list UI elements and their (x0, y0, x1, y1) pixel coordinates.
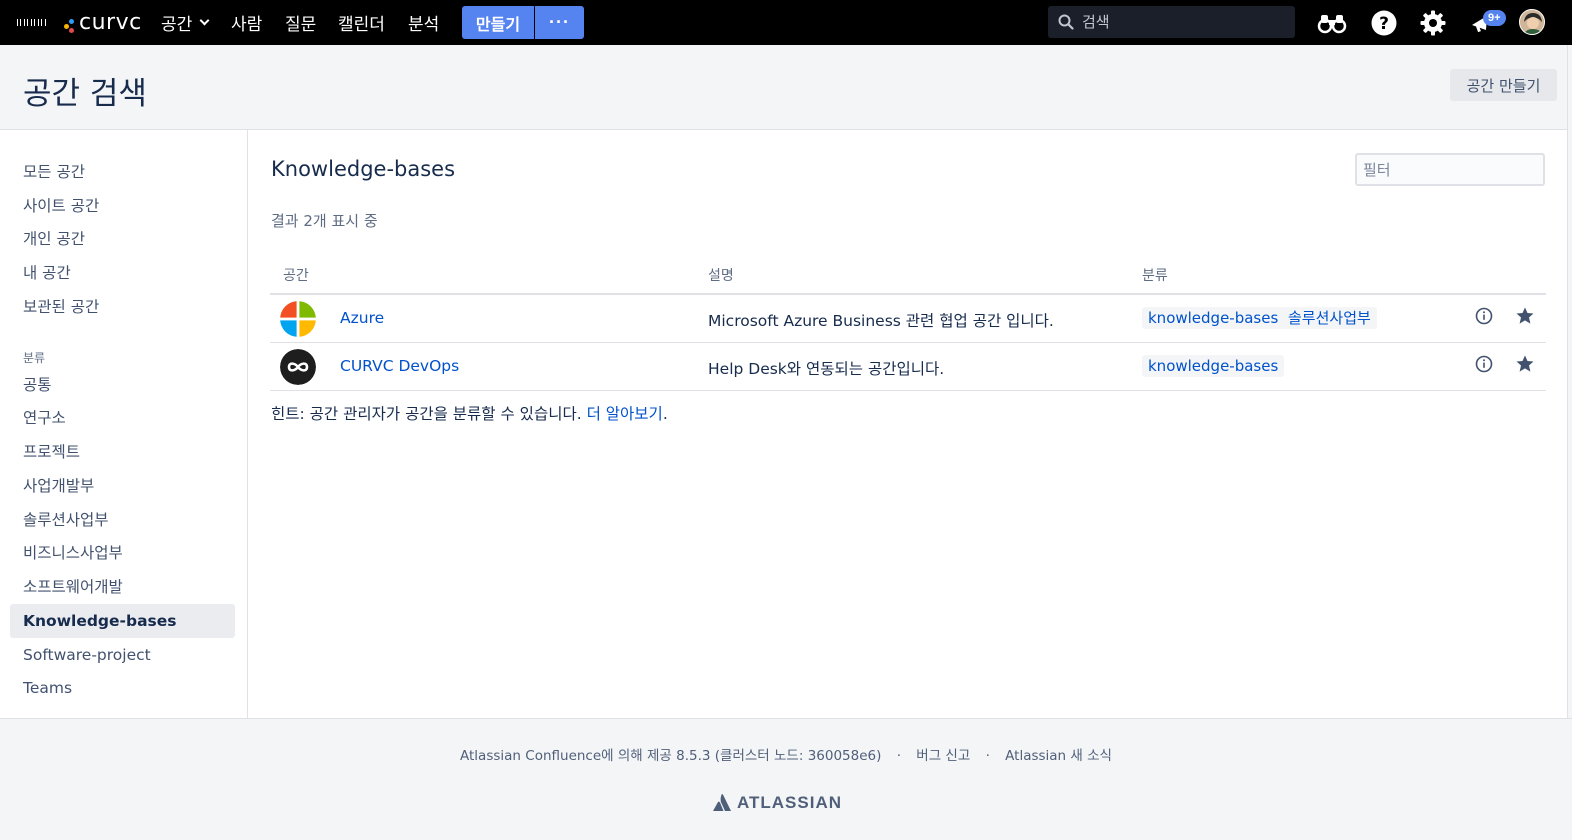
sidebar-category-lab[interactable]: 연구소 (10, 400, 235, 434)
nav-spaces[interactable]: 공간 (161, 0, 210, 45)
footer-links: Atlassian Confluence에 의해 제공 8.5.3 (클러스터 … (0, 744, 1572, 764)
category-label[interactable]: knowledge-bases (1142, 307, 1285, 329)
space-link-curvc-devops[interactable]: CURVC DevOps (340, 357, 459, 375)
sidebar-category-project[interactable]: 프로젝트 (10, 434, 235, 468)
powered-by-text: Atlassian Confluence에 의해 제공 8.5.3 (클러스터 … (460, 748, 882, 764)
curvc-logo[interactable]: curvc (63, 0, 142, 45)
nav-questions[interactable]: 질문 (285, 0, 316, 45)
column-header-category: 분류 (1142, 268, 1168, 284)
notification-badge: 9+ (1483, 10, 1506, 26)
space-description: Microsoft Azure Business 관련 협업 공간 입니다. (708, 312, 1054, 330)
svg-text:?: ? (1379, 14, 1389, 34)
nav-people[interactable]: 사람 (231, 0, 262, 45)
hint-period: . (662, 405, 668, 423)
logo-text: curvc (79, 10, 142, 35)
filter-input[interactable] (1355, 153, 1545, 186)
sidebar-item-archived-spaces[interactable]: 보관된 공간 (10, 289, 235, 323)
main-content: Knowledge-bases 결과 2개 표시 중 공간 설명 분류 Azur… (248, 130, 1568, 718)
logo-dots-icon (63, 11, 77, 35)
page-header: 공간 검색 공간 만들기 (0, 45, 1572, 130)
sidebar-item-all-spaces[interactable]: 모든 공간 (10, 154, 235, 188)
settings-icon[interactable] (1418, 8, 1448, 38)
windows-logo-icon[interactable] (280, 301, 316, 337)
sidebar-category-software-project[interactable]: Software-project (10, 638, 235, 672)
hint-message: 힌트: 공간 관리자가 공간을 분류할 수 있습니다. (271, 405, 582, 423)
sidebar-category-software-development[interactable]: 소프트웨어개발 (10, 569, 235, 603)
nav-calendar[interactable]: 캘린더 (338, 0, 385, 45)
sidebar-item-site-spaces[interactable]: 사이트 공간 (10, 188, 235, 222)
column-header-description[interactable]: 설명 (708, 265, 734, 285)
info-icon[interactable] (1475, 307, 1493, 325)
table-row: Azure Microsoft Azure Business 관련 협업 공간 … (270, 295, 1546, 343)
create-space-button[interactable]: 공간 만들기 (1450, 69, 1557, 101)
infinity-logo-icon[interactable] (280, 349, 316, 385)
page-title: 공간 검색 (23, 76, 147, 112)
search-icon (1058, 14, 1074, 30)
star-icon[interactable] (1515, 306, 1535, 326)
search-input[interactable] (1082, 13, 1272, 31)
star-icon[interactable] (1515, 354, 1535, 374)
atlassian-news-link[interactable]: Atlassian 새 소식 (1005, 748, 1112, 764)
hint-text: 힌트: 공간 관리자가 공간을 분류할 수 있습니다. 더 알아보기. (271, 402, 668, 424)
avatar[interactable] (1519, 9, 1545, 35)
info-icon[interactable] (1475, 355, 1493, 373)
learn-more-link[interactable]: 더 알아보기 (587, 405, 663, 423)
sidebar-category-knowledge-bases[interactable]: Knowledge-bases (10, 604, 235, 638)
footer: Atlassian Confluence에 의해 제공 8.5.3 (클러스터 … (0, 718, 1572, 840)
nav-spaces-label: 공간 (161, 15, 193, 35)
create-button[interactable]: 만들기 (462, 6, 534, 39)
binoculars-icon[interactable] (1317, 8, 1347, 38)
chevron-down-icon (199, 15, 210, 26)
category-label[interactable]: knowledge-bases (1142, 355, 1285, 377)
atlassian-wordmark: ATLASSIAN (737, 793, 843, 812)
search-box[interactable] (1048, 6, 1295, 38)
nav-analytics[interactable]: 분석 (408, 0, 439, 45)
column-header-space[interactable]: 공간 (283, 265, 309, 285)
create-more-button[interactable]: ··· (535, 6, 584, 39)
space-description: Help Desk와 연동되는 공간입니다. (708, 360, 945, 378)
result-count: 결과 2개 표시 중 (271, 212, 378, 230)
bug-report-link[interactable]: 버그 신고 (916, 748, 970, 764)
app-switcher-icon[interactable] (17, 9, 45, 36)
sidebar-category-common[interactable]: 공통 (10, 367, 235, 401)
sidebar-category-solution-business[interactable]: 솔루션사업부 (10, 502, 235, 536)
atlassian-triangle-icon (713, 794, 731, 811)
footer-separator: · (896, 748, 901, 764)
sidebar-category-business-division[interactable]: 비즈니스사업부 (10, 535, 235, 569)
sidebar: 모든 공간 사이트 공간 개인 공간 내 공간 보관된 공간 분류 공통 연구소… (0, 130, 248, 718)
sidebar-category-teams[interactable]: Teams (10, 671, 235, 705)
top-navigation: curvc 공간 사람 질문 캘린더 분석 만들기 ··· ? (0, 0, 1572, 45)
category-label[interactable]: 솔루션사업부 (1282, 307, 1377, 329)
footer-separator: · (985, 748, 990, 764)
row-divider (270, 390, 1546, 391)
sidebar-item-personal-spaces[interactable]: 개인 공간 (10, 221, 235, 255)
table-row: CURVC DevOps Help Desk와 연동되는 공간입니다. know… (270, 343, 1546, 391)
space-link-azure[interactable]: Azure (340, 309, 384, 327)
sidebar-category-heading: 분류 (23, 351, 46, 365)
atlassian-logo[interactable]: ATLASSIAN (712, 793, 842, 813)
category-title: Knowledge-bases (271, 157, 456, 181)
sidebar-item-my-spaces[interactable]: 내 공간 (10, 255, 235, 289)
help-icon[interactable]: ? (1369, 8, 1399, 38)
sidebar-category-business-development[interactable]: 사업개발부 (10, 468, 235, 502)
